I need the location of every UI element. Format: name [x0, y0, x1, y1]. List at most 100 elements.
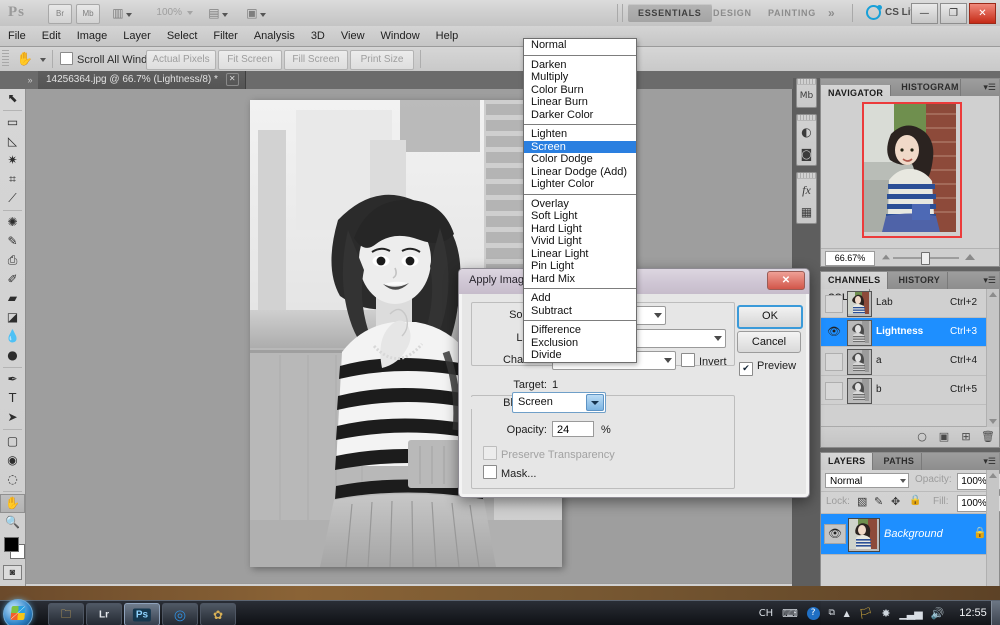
- menu-layer[interactable]: Layer: [115, 26, 159, 46]
- antivirus-icon[interactable]: ✸: [881, 601, 890, 625]
- cancel-button[interactable]: Cancel: [737, 331, 801, 353]
- color-swatches[interactable]: [4, 537, 24, 559]
- ime-language-indicator[interactable]: CH: [759, 601, 774, 625]
- actual-pixels-button[interactable]: Actual Pixels: [146, 50, 216, 70]
- lock-all-icon[interactable]: 🔒: [909, 495, 921, 506]
- move-tool[interactable]: ⬉: [0, 89, 25, 108]
- dialog-close-button[interactable]: ✕: [767, 271, 805, 290]
- blending-mode-combobox[interactable]: Screen: [512, 392, 606, 413]
- opacity-input[interactable]: 24: [552, 421, 594, 437]
- menu-analysis[interactable]: Analysis: [246, 26, 303, 46]
- blend-mode-option-subtract[interactable]: Subtract: [524, 305, 636, 318]
- blend-mode-option-divide[interactable]: Divide: [524, 349, 636, 362]
- close-document-icon[interactable]: ✕: [226, 73, 239, 86]
- save-selection-as-channel-icon[interactable]: ▣: [933, 427, 955, 447]
- lasso-tool[interactable]: ◺: [0, 132, 25, 151]
- menu-3d[interactable]: 3D: [303, 26, 333, 46]
- blend-mode-option-multiply[interactable]: Multiply: [524, 71, 636, 84]
- preview-checkbox[interactable]: Preview: [739, 360, 796, 376]
- help-icon[interactable]: ?: [807, 607, 820, 620]
- navigator-preview-area[interactable]: [821, 96, 999, 248]
- zoom-in-icon[interactable]: [965, 254, 975, 260]
- navigator-thumbnail[interactable]: [862, 102, 962, 238]
- workspace-essentials-tab[interactable]: ESSENTIALS: [628, 4, 712, 22]
- blend-mode-option-normal[interactable]: Normal: [524, 39, 636, 52]
- blend-mode-option-lighten[interactable]: Lighten: [524, 128, 636, 141]
- tool-preset-chevron-icon[interactable]: [40, 58, 46, 62]
- brush-tool[interactable]: ✎: [0, 232, 25, 251]
- options-bar-grip[interactable]: [2, 50, 9, 68]
- mask-checkbox[interactable]: Mask...: [483, 465, 536, 480]
- channel-row[interactable]: bCtrl+5: [821, 376, 999, 405]
- volume-icon[interactable]: 🔊: [931, 601, 945, 625]
- print-size-button[interactable]: Print Size: [350, 50, 414, 70]
- pen-tool[interactable]: ✒: [0, 370, 25, 389]
- adjustments-icon[interactable]: ◐: [797, 121, 816, 143]
- load-channel-as-selection-icon[interactable]: ○: [911, 427, 933, 447]
- blend-mode-option-pin-light[interactable]: Pin Light: [524, 260, 636, 273]
- lock-image-pixels-icon[interactable]: ✎: [874, 495, 883, 508]
- launch-bridge-button[interactable]: Br: [48, 4, 72, 24]
- menu-window[interactable]: Window: [373, 26, 428, 46]
- blend-mode-option-linear-burn[interactable]: Linear Burn: [524, 96, 636, 109]
- navigator-zoom-slider-handle[interactable]: [921, 252, 930, 265]
- foreground-color-swatch[interactable]: [4, 537, 19, 552]
- network-signal-icon[interactable]: ▁▃▅: [899, 601, 921, 625]
- 3d-orbit-tool[interactable]: ◌: [0, 470, 25, 489]
- zoom-out-icon[interactable]: [882, 255, 890, 260]
- blend-mode-option-darken[interactable]: Darken: [524, 59, 636, 72]
- ok-button[interactable]: OK: [737, 305, 803, 329]
- taskbar-clock[interactable]: 12:55: [950, 601, 996, 625]
- view-extras-button[interactable]: ▥: [106, 4, 138, 22]
- menu-filter[interactable]: Filter: [205, 26, 245, 46]
- tab-paths[interactable]: PATHS: [877, 453, 923, 470]
- lightroom-taskbar-button[interactable]: Lr: [86, 603, 122, 625]
- blend-mode-option-lighter-color[interactable]: Lighter Color: [524, 178, 636, 191]
- minimize-button[interactable]: —: [911, 3, 938, 24]
- restore-button[interactable]: ❐: [940, 3, 967, 24]
- blend-mode-option-color-dodge[interactable]: Color Dodge: [524, 153, 636, 166]
- scroll-up-icon[interactable]: [989, 473, 997, 478]
- dodge-tool[interactable]: ●: [0, 346, 25, 365]
- channel-row[interactable]: 👁LightnessCtrl+3: [821, 318, 999, 347]
- quick-mask-toggle[interactable]: ◙: [3, 565, 22, 580]
- blur-tool[interactable]: 💧: [0, 327, 25, 346]
- path-selection-tool[interactable]: ➤: [0, 408, 25, 427]
- workspace-painting-tab[interactable]: PAINTING: [758, 4, 826, 22]
- maxthon-taskbar-button[interactable]: ◎: [162, 603, 198, 625]
- tab-layers[interactable]: LAYERS: [821, 453, 873, 470]
- clone-stamp-tool[interactable]: ⎙: [0, 251, 25, 270]
- type-tool[interactable]: T: [0, 389, 25, 408]
- windows-explorer-taskbar-button[interactable]: 🗀: [48, 603, 84, 625]
- channel-visibility-toggle[interactable]: [825, 295, 843, 313]
- eyedropper-tool[interactable]: ⟋: [0, 189, 25, 208]
- channel-visibility-toggle[interactable]: [825, 353, 843, 371]
- start-button[interactable]: [3, 599, 33, 625]
- delete-channel-icon[interactable]: 🗑: [977, 427, 999, 447]
- workspace-design-tab[interactable]: DESIGN: [703, 4, 762, 22]
- blend-mode-option-hard-mix[interactable]: Hard Mix: [524, 273, 636, 286]
- spot-healing-tool[interactable]: ✺: [0, 213, 25, 232]
- swatches-icon[interactable]: ▦: [797, 201, 816, 223]
- menu-edit[interactable]: Edit: [34, 26, 69, 46]
- ime-keyboard-icon[interactable]: ⌨: [782, 601, 798, 625]
- blend-mode-option-color-burn[interactable]: Color Burn: [524, 84, 636, 97]
- blend-mode-option-difference[interactable]: Difference: [524, 324, 636, 337]
- arrange-documents-button[interactable]: ▤: [202, 4, 234, 22]
- show-desktop-button[interactable]: [991, 601, 1000, 625]
- blend-mode-option-add[interactable]: Add: [524, 292, 636, 305]
- panel-menu-icon[interactable]: ▾☰: [983, 275, 996, 286]
- lock-transparent-pixels-icon[interactable]: ▧: [857, 495, 867, 508]
- fit-screen-button[interactable]: Fit Screen: [218, 50, 282, 70]
- photoshop-taskbar-button[interactable]: Ps: [124, 603, 160, 625]
- crop-tool[interactable]: ⌗: [0, 170, 25, 189]
- create-new-channel-icon[interactable]: ⊞: [955, 427, 977, 447]
- styles-icon[interactable]: fx: [797, 179, 816, 201]
- blend-mode-option-hard-light[interactable]: Hard Light: [524, 223, 636, 236]
- channel-row[interactable]: aCtrl+4: [821, 347, 999, 376]
- fill-screen-button[interactable]: Fill Screen: [284, 50, 348, 70]
- blend-mode-option-vivid-light[interactable]: Vivid Light: [524, 235, 636, 248]
- menu-image[interactable]: Image: [69, 26, 116, 46]
- quick-selection-tool[interactable]: ✷: [0, 151, 25, 170]
- lock-position-icon[interactable]: ✥: [891, 495, 900, 508]
